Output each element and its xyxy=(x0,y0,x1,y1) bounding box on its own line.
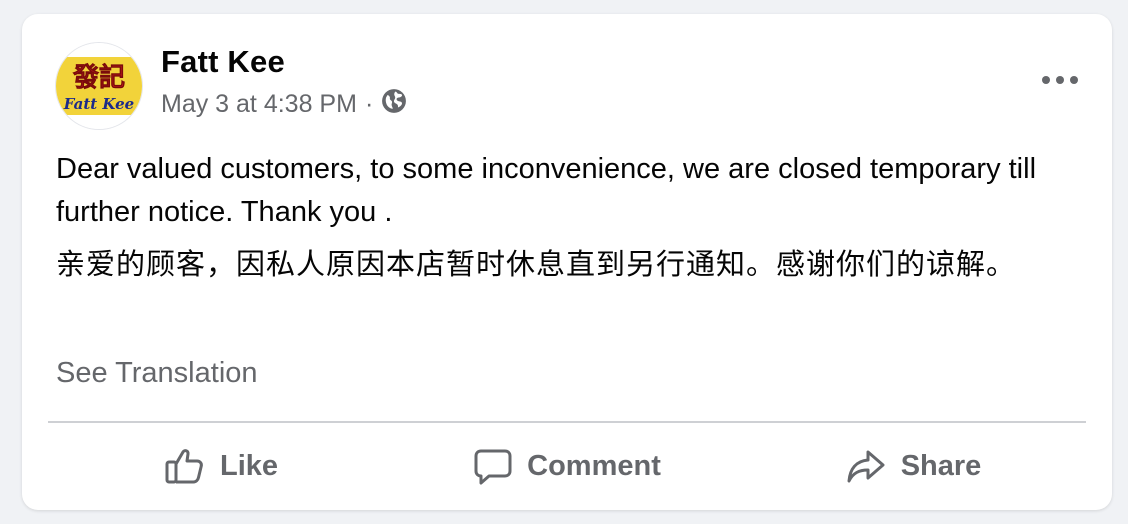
logo-english-text: Fatt Kee xyxy=(63,95,134,113)
post-meta: May 3 at 4:38 PM · xyxy=(161,88,407,121)
page-name[interactable]: Fatt Kee xyxy=(161,44,285,80)
actions-divider xyxy=(48,421,1086,423)
more-options-button[interactable] xyxy=(1036,66,1084,94)
more-dots-icon xyxy=(1042,76,1078,84)
see-translation-link[interactable]: See Translation xyxy=(56,357,258,390)
share-arrow-icon xyxy=(847,450,885,483)
post-card: 發記 Fatt Kee Fatt Kee May 3 at 4:38 PM · xyxy=(22,14,1112,510)
thumbs-up-icon xyxy=(165,449,203,484)
post-text-english: Dear valued customers, to some inconveni… xyxy=(56,153,1037,228)
speech-bubble-icon xyxy=(474,449,512,485)
post-actions: Like Comment Share xyxy=(48,432,1086,500)
like-label: Like xyxy=(219,449,279,482)
logo-chinese-text: 發記 xyxy=(72,62,125,93)
share-label: Share xyxy=(900,449,982,482)
page-logo: 發記 Fatt Kee xyxy=(56,43,142,129)
comment-button[interactable]: Comment xyxy=(394,432,740,500)
like-button[interactable]: Like xyxy=(48,432,394,500)
post-header: 發記 Fatt Kee Fatt Kee May 3 at 4:38 PM · xyxy=(55,40,1088,130)
share-button[interactable]: Share xyxy=(740,432,1086,500)
globe-icon[interactable] xyxy=(381,88,407,121)
post-text-chinese: 亲爱的顾客，因私人原因本店暂时休息直到另行通知。感谢你们的谅解。 xyxy=(56,249,1017,281)
post-body: Dear valued customers, to some inconveni… xyxy=(56,148,1066,287)
meta-separator: · xyxy=(364,90,374,118)
comment-label: Comment xyxy=(527,449,661,482)
post-timestamp[interactable]: May 3 at 4:38 PM xyxy=(161,90,357,119)
page-avatar[interactable]: 發記 Fatt Kee xyxy=(55,42,143,130)
